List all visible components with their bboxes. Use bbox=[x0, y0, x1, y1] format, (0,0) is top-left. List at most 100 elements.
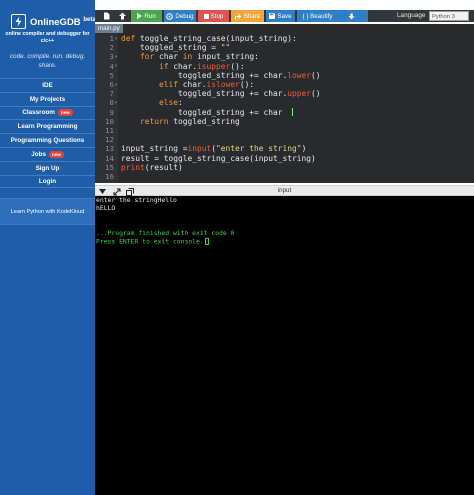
fold-arrow-icon[interactable]: ▾ bbox=[114, 54, 118, 60]
beta-label: beta bbox=[83, 17, 96, 23]
new-badge: new bbox=[57, 109, 73, 117]
sidebar-item-classroom[interactable]: Classroom new bbox=[0, 105, 95, 120]
bug-icon bbox=[166, 12, 174, 20]
debug-label: Debug bbox=[175, 12, 194, 20]
console-line: Press ENTER to exit console. bbox=[96, 238, 209, 245]
debug-button[interactable]: Debug bbox=[164, 10, 196, 22]
file-tab-bar: main.py bbox=[95, 24, 474, 33]
share-icon bbox=[234, 13, 242, 20]
onlinegdb-logo-icon bbox=[11, 14, 26, 29]
sidebar-item-learn-programming[interactable]: Learn Programming bbox=[0, 119, 95, 133]
stop-icon bbox=[203, 13, 209, 19]
code-text: print(result) bbox=[121, 162, 183, 172]
console-line: ...Program finished with exit code 0 bbox=[96, 229, 235, 237]
terminal-cursor bbox=[204, 238, 209, 245]
line-number: 1 bbox=[109, 34, 114, 44]
console-title: input bbox=[277, 187, 292, 194]
brand-tagline: online compiler and debugger for c/c++ bbox=[5, 31, 90, 44]
sidebar-item-label: IDE bbox=[42, 81, 53, 89]
code-line: 4 ▾ if char.isupper(): bbox=[95, 62, 474, 71]
sidebar-item-jobs[interactable]: Jobs new bbox=[0, 146, 95, 161]
console-output[interactable]: enter the stringHello hELLO ...Program f… bbox=[95, 196, 474, 495]
save-label: Save bbox=[277, 12, 292, 20]
sidebar-item-label: Jobs bbox=[31, 150, 46, 158]
code-text: return toggled_string bbox=[140, 116, 240, 126]
language-select[interactable]: Python 3 bbox=[429, 11, 469, 21]
stop-label: Stop bbox=[210, 12, 224, 20]
code-line: 11 bbox=[95, 126, 474, 135]
sidebar: OnlineGDB beta online compiler and debug… bbox=[0, 0, 96, 495]
sidebar-item-label: Login bbox=[38, 177, 57, 185]
sidebar-item-ide[interactable]: IDE bbox=[0, 78, 95, 92]
code-line: 10 return toggled_string bbox=[95, 117, 474, 126]
save-icon bbox=[269, 13, 276, 19]
share-button[interactable]: Share bbox=[231, 10, 264, 22]
code-line: 3 ▾ for char in input_string: bbox=[95, 52, 474, 61]
new-badge: new bbox=[48, 150, 64, 158]
brand-motto: code. compile. run. debug. share. bbox=[9, 53, 86, 69]
code-line: 5 toggled_string += char.lower() bbox=[95, 71, 474, 80]
code-text: toggled_string = "" bbox=[121, 43, 231, 53]
run-label: Run bbox=[144, 12, 156, 20]
stop-button[interactable]: Stop bbox=[198, 10, 229, 22]
line-number: 9 bbox=[109, 107, 114, 117]
code-text: def toggle_string_case(input_string): bbox=[121, 34, 297, 44]
promo-label: Learn Python with KodeKloud bbox=[10, 208, 85, 215]
code-text: elif char.islower(): bbox=[159, 80, 255, 90]
code-text: toggled_string += char.lower() bbox=[121, 70, 321, 80]
file-icon bbox=[103, 12, 110, 20]
beautify-label: { } Beautify bbox=[302, 12, 333, 20]
download-button[interactable] bbox=[335, 10, 368, 22]
toolbar: Run Debug Stop Share Save { } Beautify L… bbox=[95, 10, 474, 22]
line-number: 12 bbox=[105, 135, 114, 145]
fold-arrow-icon[interactable]: ▾ bbox=[114, 63, 118, 69]
sidebar-item-label: My Projects bbox=[29, 95, 66, 103]
line-number: 11 bbox=[105, 126, 114, 136]
line-number: 14 bbox=[105, 153, 114, 163]
line-number: 10 bbox=[105, 116, 114, 126]
sidebar-nav: IDE My Projects Classroom new Learn Progr… bbox=[0, 78, 95, 189]
sidebar-item-label: Learn Programming bbox=[17, 123, 78, 131]
console-header: input bbox=[95, 185, 474, 196]
code-text: result = toggle_string_case(input_string… bbox=[121, 153, 316, 163]
code-text: for char in input_string: bbox=[140, 52, 259, 62]
fold-arrow-icon[interactable]: ▾ bbox=[114, 100, 118, 106]
kodekloud-promo-link[interactable]: Learn Python with KodeKloud bbox=[0, 198, 95, 225]
sidebar-item-my-projects[interactable]: My Projects bbox=[0, 91, 95, 106]
save-button[interactable]: Save bbox=[266, 10, 295, 22]
line-number: 3 bbox=[109, 52, 114, 62]
code-line: 9 toggled_string += char bbox=[95, 108, 474, 117]
line-number: 6 bbox=[109, 80, 114, 90]
code-line: 14 result = toggle_string_case(input_stri… bbox=[95, 154, 474, 163]
code-line: 16 bbox=[95, 172, 474, 181]
sidebar-item-programming-questions[interactable]: Programming Questions bbox=[0, 133, 95, 147]
sidebar-item-sign-up[interactable]: Sign Up bbox=[0, 160, 95, 175]
code-line: 2 toggled_string = "" bbox=[95, 43, 474, 52]
tab-main-py[interactable]: main.py bbox=[95, 24, 123, 33]
line-number: 4 bbox=[109, 61, 114, 71]
sidebar-item-label: Programming Questions bbox=[10, 137, 85, 145]
line-number: 16 bbox=[105, 172, 114, 182]
code-line: 6 ▾ elif char.islower(): bbox=[95, 80, 474, 89]
line-number: 13 bbox=[105, 144, 114, 154]
code-text: toggled_string += char.upper() bbox=[121, 89, 321, 99]
new-file-button[interactable] bbox=[99, 10, 113, 22]
code-line: 8 ▾ else: bbox=[95, 98, 474, 107]
download-icon bbox=[348, 13, 355, 20]
share-label: Share bbox=[243, 12, 261, 20]
code-editor[interactable]: 1 ▾ def toggle_string_case(input_string): … bbox=[95, 33, 474, 183]
code-text: if char.isupper(): bbox=[159, 61, 245, 71]
code-line: 7 toggled_string += char.upper() bbox=[95, 89, 474, 98]
run-button[interactable]: Run bbox=[131, 10, 162, 22]
line-number: 7 bbox=[109, 89, 114, 99]
sidebar-item-login[interactable]: Login bbox=[0, 174, 95, 189]
fold-arrow-icon[interactable]: ▾ bbox=[114, 82, 118, 88]
console-line: hELLO bbox=[96, 203, 116, 212]
code-line: 15 print(result) bbox=[95, 163, 474, 172]
fold-arrow-icon[interactable]: ▾ bbox=[114, 36, 118, 42]
sidebar-item-label: Classroom bbox=[22, 109, 55, 117]
upload-button[interactable] bbox=[115, 10, 129, 22]
beautify-button[interactable]: { } Beautify bbox=[297, 10, 338, 22]
language-label: Language bbox=[397, 12, 426, 19]
brand-name: OnlineGDB beta bbox=[30, 17, 96, 29]
